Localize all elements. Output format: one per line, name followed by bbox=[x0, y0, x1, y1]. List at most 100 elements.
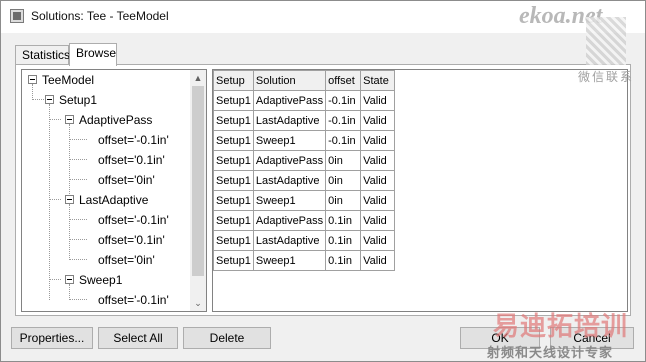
table-row[interactable]: Setup1 LastAdaptive -0.1in Valid bbox=[213, 110, 396, 131]
cell-solution: Sweep1 bbox=[252, 190, 327, 211]
tree-connector bbox=[69, 219, 87, 220]
solutions-grid: Setup Solution offset State Setup1 Adapt… bbox=[212, 69, 628, 312]
cell-solution: AdaptivePass bbox=[252, 210, 327, 231]
collapse-icon[interactable] bbox=[65, 115, 74, 124]
tree-leaf-offset[interactable]: offset='0in' bbox=[98, 250, 155, 270]
scroll-thumb[interactable] bbox=[192, 86, 204, 276]
tree-leaf-offset[interactable]: offset='0in' bbox=[98, 170, 155, 190]
tree-node-lastadaptive[interactable]: LastAdaptive bbox=[79, 190, 148, 210]
cell-offset: 0.1in bbox=[325, 210, 362, 231]
cell-setup: Setup1 bbox=[213, 90, 254, 111]
qr-code-icon bbox=[586, 17, 626, 65]
tree-connector bbox=[69, 179, 87, 180]
tree-connector bbox=[69, 159, 87, 160]
collapse-icon[interactable] bbox=[45, 95, 54, 104]
table-row[interactable]: Setup1 AdaptivePass 0.1in Valid bbox=[213, 210, 396, 231]
ok-button[interactable]: OK bbox=[460, 327, 540, 349]
tree-node-sweep1[interactable]: Sweep1 bbox=[79, 270, 122, 290]
cell-offset: 0in bbox=[325, 150, 362, 171]
cell-setup: Setup1 bbox=[213, 130, 254, 151]
tree-connector bbox=[69, 299, 87, 300]
cell-offset: 0in bbox=[325, 190, 362, 211]
cell-solution: LastAdaptive bbox=[252, 170, 327, 191]
select-all-button[interactable]: Select All bbox=[98, 327, 178, 349]
tree-connector bbox=[49, 279, 61, 280]
tree-connector bbox=[69, 139, 87, 140]
cell-solution: AdaptivePass bbox=[252, 90, 327, 111]
collapse-icon[interactable] bbox=[65, 195, 74, 204]
cell-state: Valid bbox=[360, 170, 396, 191]
column-header-setup[interactable]: Setup bbox=[213, 70, 254, 91]
tree-connector bbox=[69, 204, 70, 260]
collapse-icon[interactable] bbox=[65, 275, 74, 284]
cell-solution: Sweep1 bbox=[252, 250, 327, 271]
tree-leaf-offset[interactable]: offset='0.1in' bbox=[98, 230, 165, 250]
solutions-table: Setup Solution offset State Setup1 Adapt… bbox=[213, 70, 396, 271]
scroll-up-icon[interactable]: ▲ bbox=[190, 70, 206, 86]
tree-connector bbox=[32, 99, 46, 100]
column-header-solution[interactable]: Solution bbox=[252, 70, 327, 91]
solution-tree[interactable]: TeeModel Setup1 AdaptivePass offset='-0.… bbox=[21, 69, 207, 312]
tab-statistics[interactable]: Statistics bbox=[15, 45, 70, 65]
cell-setup: Setup1 bbox=[213, 110, 254, 131]
cell-solution: Sweep1 bbox=[252, 130, 327, 151]
cell-state: Valid bbox=[360, 110, 396, 131]
cell-state: Valid bbox=[360, 210, 396, 231]
tree-scrollbar[interactable]: ▲ ⌄ bbox=[190, 70, 206, 311]
cell-offset: 0.1in bbox=[325, 250, 362, 271]
table-row[interactable]: Setup1 AdaptivePass 0in Valid bbox=[213, 150, 396, 171]
browse-panel: TeeModel Setup1 AdaptivePass offset='-0.… bbox=[15, 64, 631, 316]
collapse-icon[interactable] bbox=[28, 75, 37, 84]
cell-setup: Setup1 bbox=[213, 170, 254, 191]
table-row[interactable]: Setup1 AdaptivePass -0.1in Valid bbox=[213, 90, 396, 111]
tree-connector bbox=[49, 199, 61, 200]
tree-connector bbox=[32, 84, 33, 100]
tree-connector bbox=[49, 119, 61, 120]
scroll-down-icon[interactable]: ⌄ bbox=[190, 295, 206, 311]
cell-setup: Setup1 bbox=[213, 190, 254, 211]
column-header-offset[interactable]: offset bbox=[325, 70, 362, 91]
cell-offset: 0.1in bbox=[325, 230, 362, 251]
cancel-button[interactable]: Cancel bbox=[550, 327, 634, 349]
cell-setup: Setup1 bbox=[213, 230, 254, 251]
properties-button[interactable]: Properties... bbox=[11, 327, 93, 349]
app-icon bbox=[10, 9, 24, 23]
cell-state: Valid bbox=[360, 250, 396, 271]
tab-browse[interactable]: Browse bbox=[69, 43, 117, 66]
tree-leaf-offset[interactable]: offset='-0.1in' bbox=[98, 210, 169, 230]
table-row[interactable]: Setup1 Sweep1 -0.1in Valid bbox=[213, 130, 396, 151]
table-row[interactable]: Setup1 LastAdaptive 0.1in Valid bbox=[213, 230, 396, 251]
tree-connector bbox=[69, 259, 87, 260]
tree-leaf-offset[interactable]: offset='0.1in' bbox=[98, 150, 165, 170]
delete-button[interactable]: Delete bbox=[183, 327, 271, 349]
tree-node-setup[interactable]: Setup1 bbox=[59, 90, 97, 110]
cell-offset: -0.1in bbox=[325, 90, 362, 111]
cell-state: Valid bbox=[360, 190, 396, 211]
cell-solution: LastAdaptive bbox=[252, 110, 327, 131]
table-row[interactable]: Setup1 Sweep1 0in Valid bbox=[213, 190, 396, 211]
tree-node-root[interactable]: TeeModel bbox=[42, 70, 94, 90]
cell-setup: Setup1 bbox=[213, 150, 254, 171]
tree-connector bbox=[49, 104, 50, 300]
title-bar: Solutions: Tee - TeeModel bbox=[1, 1, 645, 33]
table-header-row: Setup Solution offset State bbox=[213, 70, 396, 91]
cell-offset: -0.1in bbox=[325, 110, 362, 131]
tree-leaf-offset[interactable]: offset='-0.1in' bbox=[98, 130, 169, 150]
cell-state: Valid bbox=[360, 130, 396, 151]
cell-state: Valid bbox=[360, 90, 396, 111]
cell-offset: -0.1in bbox=[325, 130, 362, 151]
cell-solution: AdaptivePass bbox=[252, 150, 327, 171]
tree-connector bbox=[69, 239, 87, 240]
tree-leaf-offset[interactable]: offset='-0.1in' bbox=[98, 290, 169, 310]
cell-offset: 0in bbox=[325, 170, 362, 191]
table-row[interactable]: Setup1 Sweep1 0.1in Valid bbox=[213, 250, 396, 271]
cell-setup: Setup1 bbox=[213, 210, 254, 231]
column-header-state[interactable]: State bbox=[360, 70, 396, 91]
window-title: Solutions: Tee - TeeModel bbox=[31, 9, 169, 23]
tree-node-adaptivepass[interactable]: AdaptivePass bbox=[79, 110, 152, 130]
cell-solution: LastAdaptive bbox=[252, 230, 327, 251]
cell-state: Valid bbox=[360, 150, 396, 171]
table-row[interactable]: Setup1 LastAdaptive 0in Valid bbox=[213, 170, 396, 191]
tree-connector bbox=[69, 284, 70, 300]
cell-setup: Setup1 bbox=[213, 250, 254, 271]
